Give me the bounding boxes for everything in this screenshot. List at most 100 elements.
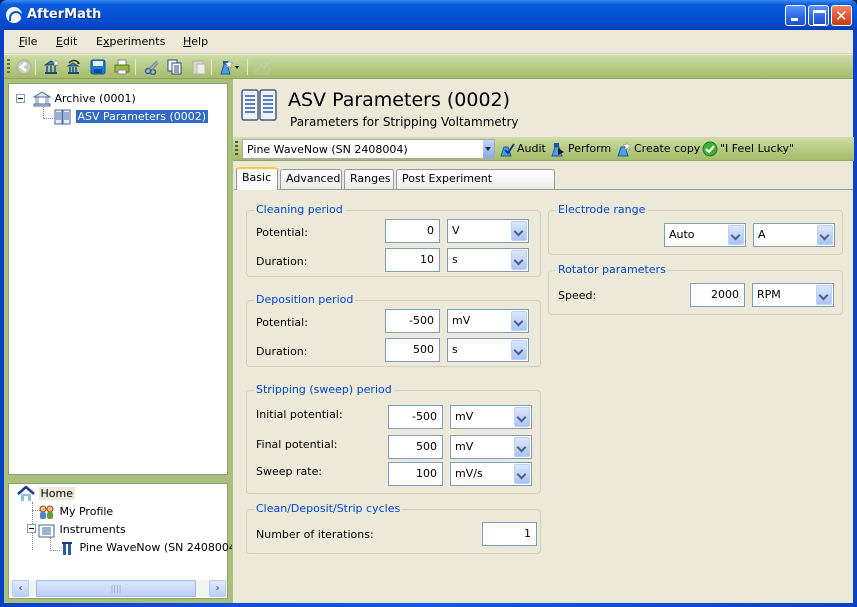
toolbar-separator — [135, 59, 136, 75]
tree-node-asv-parameters[interactable]: ASV Parameters (0002) — [54, 108, 209, 125]
deposition-duration-input[interactable]: 500 — [385, 338, 440, 362]
new-experiment-dropdown-icon[interactable] — [218, 59, 242, 75]
menu-file[interactable]: File — [19, 35, 37, 48]
cleaning-duration-input[interactable]: 10 — [385, 248, 440, 272]
group-title: Cleaning period — [254, 203, 345, 217]
tab-ranges[interactable]: Ranges — [344, 169, 394, 189]
deposition-duration-label: Duration: — [256, 345, 308, 358]
final-potential-input[interactable]: 500 — [388, 435, 443, 459]
mnemonic: F — [19, 35, 25, 48]
chevron-down-icon[interactable] — [511, 311, 527, 331]
new-archive-icon[interactable] — [43, 59, 60, 75]
close-button[interactable] — [831, 5, 852, 26]
title-bar[interactable]: AfterMath — [0, 0, 857, 30]
audit-button[interactable]: Audit — [499, 141, 546, 157]
back-icon[interactable] — [16, 59, 32, 75]
copy-icon[interactable] — [167, 59, 183, 75]
chevron-down-icon[interactable] — [816, 285, 832, 305]
tree-node-home[interactable]: Home — [17, 485, 75, 502]
tree-node-my-profile-label: My Profile — [59, 505, 114, 518]
instrument-icon — [62, 542, 72, 555]
cleaning-potential-input[interactable]: 0 — [385, 219, 440, 243]
audit-label: Audit — [517, 142, 546, 155]
book-icon — [54, 109, 71, 125]
page-subtitle: Parameters for Stripping Voltammetry — [290, 115, 519, 129]
i-feel-lucky-button[interactable]: "I Feel Lucky" — [702, 141, 794, 157]
rotator-parameters-group: Rotator parameters Speed: 2000 RPM — [548, 263, 843, 315]
archive-tree: Archive (0001) ASV Parameters (0002) — [8, 83, 228, 475]
electrode-range-unit: A — [758, 228, 766, 241]
chevron-down-icon[interactable] — [511, 340, 527, 360]
tree-node-instruments-label: Instruments — [59, 523, 126, 536]
create-copy-button[interactable]: Create copy — [616, 141, 700, 157]
toolbar-grip[interactable] — [7, 59, 10, 75]
client-area: File Edit Experiments Help Archive (0001… — [4, 30, 854, 603]
deposition-potential-input[interactable]: -500 — [385, 309, 440, 333]
speed-input[interactable]: 2000 — [690, 283, 745, 307]
iterations-label: Number of iterations: — [256, 528, 374, 541]
electrode-range-mode: Auto — [669, 228, 695, 241]
deposition-duration-unit-select[interactable]: s — [447, 338, 529, 362]
tab-ranges-label: Ranges — [350, 172, 391, 185]
deposition-potential-unit-select[interactable]: mV — [447, 309, 529, 333]
group-title: Stripping (sweep) period — [254, 383, 394, 397]
perform-icon — [551, 143, 564, 157]
chevron-down-icon[interactable] — [511, 221, 527, 241]
final-potential-unit: mV — [455, 440, 474, 453]
electrode-range-mode-select[interactable]: Auto — [664, 223, 746, 247]
chevron-down-icon[interactable] — [514, 464, 530, 484]
cut-icon[interactable] — [144, 59, 160, 76]
tree-node-archive[interactable]: Archive (0001) — [32, 90, 136, 107]
maximize-button[interactable] — [808, 5, 829, 26]
tree-node-instruments[interactable]: Instruments — [38, 521, 126, 538]
chevron-down-icon[interactable] — [483, 140, 494, 158]
tree-node-pine-wavenow[interactable]: Pine WaveNow (SN 2408004) — [58, 539, 240, 556]
toolbar-grip[interactable] — [235, 141, 238, 157]
horizontal-scrollbar[interactable]: ‹ |||| › — [10, 580, 226, 597]
menu-edit[interactable]: Edit — [56, 35, 77, 48]
tree-node-asv-parameters-label: ASV Parameters (0002) — [75, 110, 209, 123]
tab-basic[interactable]: Basic — [236, 167, 278, 190]
scroll-thumb[interactable]: |||| — [36, 580, 196, 597]
mnemonic: H — [183, 35, 192, 48]
tab-advanced[interactable]: Advanced — [280, 169, 342, 189]
iterations-input[interactable]: 1 — [482, 522, 537, 546]
instrument-toolbar: Pine WaveNow (SN 2408004) Audit Perform … — [233, 137, 854, 161]
sweep-rate-input[interactable]: 100 — [388, 462, 443, 486]
initial-potential-input[interactable]: -500 — [388, 405, 443, 429]
save-icon[interactable] — [90, 59, 106, 75]
speed-unit-select[interactable]: RPM — [752, 283, 834, 307]
scroll-left-button[interactable]: ‹ — [12, 580, 29, 597]
sweep-rate-unit-select[interactable]: mV/s — [450, 462, 532, 486]
instrument-select[interactable]: Pine WaveNow (SN 2408004) — [242, 139, 495, 159]
group-title: Rotator parameters — [556, 263, 668, 277]
chevron-down-icon[interactable] — [817, 225, 833, 245]
deposition-duration-unit: s — [452, 343, 458, 356]
minimize-button[interactable] — [785, 5, 806, 26]
instruments-icon — [38, 524, 55, 538]
app-window: AfterMath File Edit Experiments Help — [0, 0, 857, 607]
chevron-down-icon[interactable] — [514, 437, 530, 457]
toolbar-separator — [247, 59, 248, 75]
collapse-toggle[interactable] — [16, 94, 25, 103]
open-archive-icon[interactable] — [66, 59, 82, 75]
tree-node-my-profile[interactable]: My Profile — [38, 503, 113, 520]
chevron-down-icon[interactable] — [511, 250, 527, 270]
collapse-toggle[interactable] — [27, 524, 36, 533]
print-icon[interactable] — [114, 59, 130, 75]
menu-experiments[interactable]: Experiments — [96, 35, 165, 48]
final-potential-unit-select[interactable]: mV — [450, 435, 532, 459]
menu-help[interactable]: Help — [183, 35, 208, 48]
cleaning-potential-label: Potential: — [256, 226, 308, 239]
menu-help-label: Help — [183, 35, 209, 48]
initial-potential-unit-select[interactable]: mV — [450, 405, 532, 429]
tab-post-experiment-conditions[interactable]: Post Experiment Conditions — [396, 169, 555, 203]
cleaning-duration-unit-select[interactable]: s — [447, 248, 529, 272]
perform-button[interactable]: Perform — [550, 141, 611, 157]
scroll-right-button[interactable]: › — [209, 580, 226, 597]
disabled-plot-icon — [254, 59, 270, 75]
cleaning-potential-unit-select[interactable]: V — [447, 219, 529, 243]
electrode-range-unit-select[interactable]: A — [753, 223, 835, 247]
chevron-down-icon[interactable] — [514, 407, 530, 427]
chevron-down-icon[interactable] — [728, 225, 744, 245]
